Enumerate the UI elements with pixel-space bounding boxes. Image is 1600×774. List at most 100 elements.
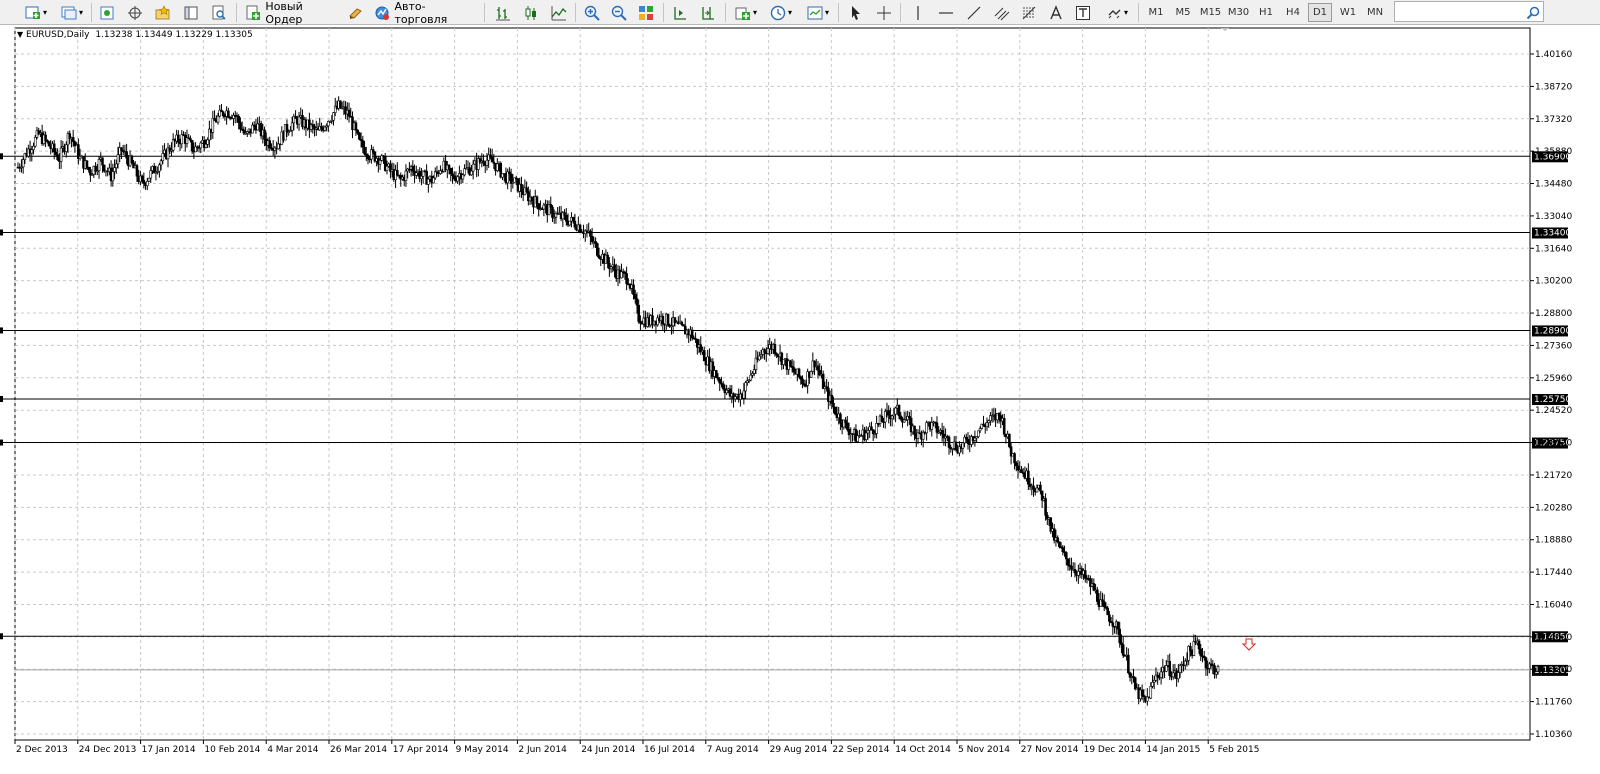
timeframe-m1-button[interactable]: M1 xyxy=(1144,3,1168,22)
candle-body xyxy=(471,163,475,172)
candle-body xyxy=(1058,541,1061,548)
trendline-tool-button[interactable] xyxy=(963,2,985,23)
metaeditor-button[interactable] xyxy=(346,2,366,23)
candle-body xyxy=(864,432,868,440)
zoom-in-button[interactable] xyxy=(581,2,603,23)
price-chart[interactable]: 1.369001.334001.289001.257501.237501.148… xyxy=(0,25,1600,774)
candlestick-icon xyxy=(521,3,541,23)
candle-body xyxy=(1214,671,1218,675)
candle-body xyxy=(1014,462,1018,467)
price-axis-label: 1.34480 xyxy=(1535,180,1572,190)
bar-chart-button[interactable] xyxy=(492,2,514,23)
candle-body xyxy=(625,273,628,285)
candle-body xyxy=(177,134,180,143)
crosshair-tool-button[interactable] xyxy=(873,2,895,23)
main-toolbar: ▾ ▾ Новый Ордер Авто-торговля ▾ ▾ ▾ ▾ M1… xyxy=(0,0,1600,26)
candle-body xyxy=(830,394,834,404)
candle-body xyxy=(1159,671,1163,678)
candle-body xyxy=(1133,677,1137,690)
candle-body xyxy=(564,214,568,222)
candle-body xyxy=(1032,485,1035,490)
timeframe-w1-button[interactable]: W1 xyxy=(1336,3,1360,22)
new-chart-button[interactable]: ▾ xyxy=(20,2,50,23)
candle-body xyxy=(954,441,958,450)
candle-body xyxy=(242,129,246,134)
date-axis-label: 24 Dec 2013 xyxy=(79,745,137,755)
chart-window[interactable]: 1.36900 1.33400 1.28900 1.25750 1.23750 1.148… xyxy=(0,25,1600,774)
metaeditor-pencil-icon xyxy=(346,3,366,23)
candle-body xyxy=(1199,648,1203,657)
candle-body xyxy=(149,170,153,179)
cursor-tool-button[interactable] xyxy=(845,2,867,23)
candle-body xyxy=(1111,622,1115,627)
timeframe-mn-button[interactable]: MN xyxy=(1363,3,1387,22)
candle-body xyxy=(609,266,613,270)
timeframe-h1-button[interactable]: H1 xyxy=(1254,3,1278,22)
equidistant-channel-tool-button[interactable] xyxy=(991,2,1013,23)
profiles-button[interactable]: ▾ xyxy=(56,2,86,23)
candle-body xyxy=(571,217,575,222)
candle-body xyxy=(64,144,68,152)
data-window-button[interactable] xyxy=(124,2,146,23)
auto-scroll-button[interactable] xyxy=(669,2,691,23)
candle-body xyxy=(758,355,761,361)
text-tool-button[interactable] xyxy=(1045,2,1067,23)
candle-body xyxy=(1013,453,1016,464)
zoom-out-button[interactable] xyxy=(608,2,630,23)
autotrading-icon xyxy=(372,3,391,23)
timeframe-m15-button[interactable]: M15 xyxy=(1197,3,1224,22)
candle-body xyxy=(221,111,225,117)
date-axis-label: 16 Jul 2014 xyxy=(644,745,695,755)
search-button[interactable] xyxy=(1522,2,1544,23)
candle-body xyxy=(597,255,601,259)
price-axis-label: 1.13200 xyxy=(1535,665,1572,675)
level-price-label: 1.28900 xyxy=(1534,326,1571,336)
price-axis-label: 1.25960 xyxy=(1535,374,1572,384)
market-watch-button[interactable] xyxy=(96,2,118,23)
text-label-tool-button[interactable] xyxy=(1072,2,1094,23)
line-chart-button[interactable] xyxy=(548,2,570,23)
price-axis-label: 1.30200 xyxy=(1535,277,1572,287)
timeframe-m5-button[interactable]: M5 xyxy=(1171,3,1195,22)
fibonacci-tool-button[interactable] xyxy=(1018,2,1040,23)
indicators-button[interactable]: ▾ xyxy=(730,2,760,23)
candle-body xyxy=(44,134,47,141)
candle-body xyxy=(1073,568,1077,574)
candle-body xyxy=(1066,558,1070,566)
candle-body xyxy=(1121,644,1125,656)
candle-body xyxy=(966,438,970,444)
candlestick-chart-button[interactable] xyxy=(520,2,542,23)
candle-body xyxy=(378,160,382,165)
level-anchor-mark xyxy=(0,327,3,334)
candle-body xyxy=(997,413,1001,416)
price-axis-label: 1.38720 xyxy=(1535,82,1572,92)
candle-body xyxy=(120,147,123,151)
date-axis-label: 2 Dec 2013 xyxy=(16,745,68,755)
candle-body xyxy=(887,410,890,416)
timeframe-m30-button[interactable]: M30 xyxy=(1225,3,1252,22)
arrows-tool-button[interactable]: ▾ xyxy=(1100,2,1132,23)
timeframe-h4-button[interactable]: H4 xyxy=(1281,3,1305,22)
chart-symbol-period: EURUSD,Daily xyxy=(26,30,90,40)
price-axis-label: 1.24520 xyxy=(1535,406,1572,416)
candle-body xyxy=(1140,689,1144,696)
navigator-button[interactable] xyxy=(152,2,174,23)
candle-body xyxy=(1008,433,1011,448)
strategy-tester-button[interactable] xyxy=(208,2,230,23)
level-anchor-mark xyxy=(0,229,3,236)
new-order-button[interactable]: Новый Ордер xyxy=(243,0,341,26)
timeframe-d1-button[interactable]: D1 xyxy=(1308,3,1332,22)
horizontal-line-tool-button[interactable] xyxy=(935,2,957,23)
price-axis-label: 1.28800 xyxy=(1535,309,1572,319)
templates-button[interactable]: ▾ xyxy=(802,2,832,23)
terminal-button[interactable] xyxy=(180,2,202,23)
chart-shift-button[interactable] xyxy=(697,2,719,23)
date-axis-label: 5 Nov 2014 xyxy=(958,745,1010,755)
tile-windows-button[interactable] xyxy=(635,2,657,23)
collapse-triangle-icon[interactable]: ▼ xyxy=(17,30,23,39)
candle-body xyxy=(520,184,523,192)
price-axis-label: 1.16040 xyxy=(1535,600,1572,610)
vertical-line-tool-button[interactable] xyxy=(907,2,929,23)
autotrading-button[interactable]: Авто-торговля xyxy=(372,0,476,26)
periods-button[interactable]: ▾ xyxy=(765,2,795,23)
